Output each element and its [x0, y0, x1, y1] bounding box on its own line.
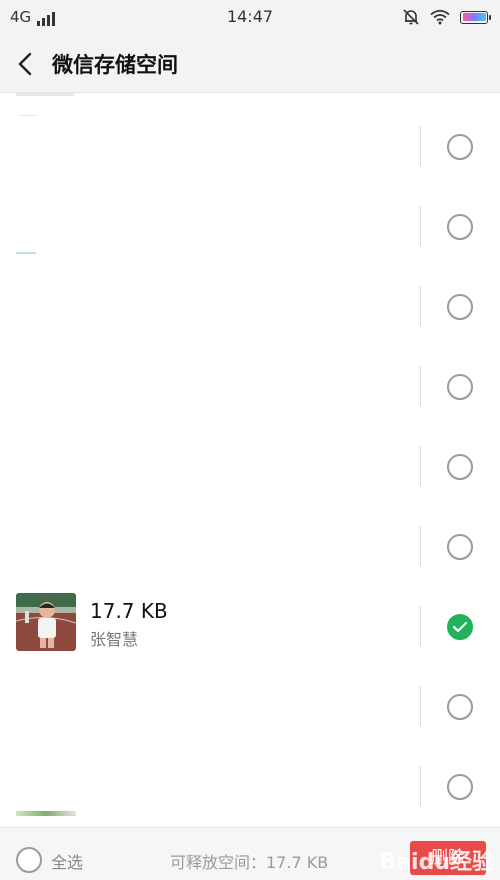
row-divider [420, 366, 421, 406]
list-item[interactable] [0, 186, 500, 266]
list-item[interactable] [0, 346, 500, 426]
select-checkbox[interactable] [447, 214, 473, 240]
row-divider [420, 686, 421, 726]
select-checkbox[interactable] [447, 534, 473, 560]
selected-checkbox[interactable] [447, 614, 473, 640]
select-checkbox[interactable] [447, 294, 473, 320]
list-item[interactable] [0, 506, 500, 586]
row-divider [420, 446, 421, 486]
select-checkbox[interactable] [447, 374, 473, 400]
back-arrow-icon[interactable] [12, 50, 40, 78]
app-header: 微信存储空间 [0, 36, 500, 93]
row-divider [420, 286, 421, 326]
list-item[interactable] [0, 426, 500, 506]
row-divider [420, 126, 421, 166]
select-checkbox[interactable] [447, 694, 473, 720]
battery-icon [460, 10, 491, 24]
select-checkbox[interactable] [447, 454, 473, 480]
bottom-action-bar: 全选 可释放空间：17.7 KB 删除 Baidu经验 [0, 827, 500, 880]
watermark: Baidu经验 [379, 850, 494, 875]
photo-thumbnail [16, 593, 76, 651]
list-item[interactable] [0, 666, 500, 746]
list-item[interactable] [0, 266, 500, 346]
contact-name: 张智慧 [90, 630, 139, 649]
partial-thumbnail-top [16, 93, 74, 96]
row-divider [420, 606, 421, 646]
status-bar: 4G 14:47 [0, 0, 500, 36]
wifi-icon [430, 9, 450, 25]
row-divider [420, 526, 421, 566]
list-item[interactable] [0, 106, 500, 186]
row-divider [420, 766, 421, 806]
list-item-selected[interactable]: 17.7 KB 张智慧 [0, 586, 500, 666]
checkmark-icon [452, 621, 468, 633]
mute-bell-icon [403, 9, 419, 25]
file-list: 17.7 KB 张智慧 [0, 93, 500, 827]
select-all-checkbox[interactable] [16, 847, 42, 873]
releasable-space-text: 可释放空间：17.7 KB [170, 853, 329, 872]
select-all-label[interactable]: 全选 [51, 849, 83, 873]
select-checkbox[interactable] [447, 774, 473, 800]
select-checkbox[interactable] [447, 134, 473, 160]
status-right [402, 8, 491, 26]
file-size: 17.7 KB [90, 599, 168, 623]
row-divider [420, 206, 421, 246]
page-title: 微信存储空间 [52, 53, 178, 77]
partial-thumbnail-bottom [16, 811, 76, 816]
